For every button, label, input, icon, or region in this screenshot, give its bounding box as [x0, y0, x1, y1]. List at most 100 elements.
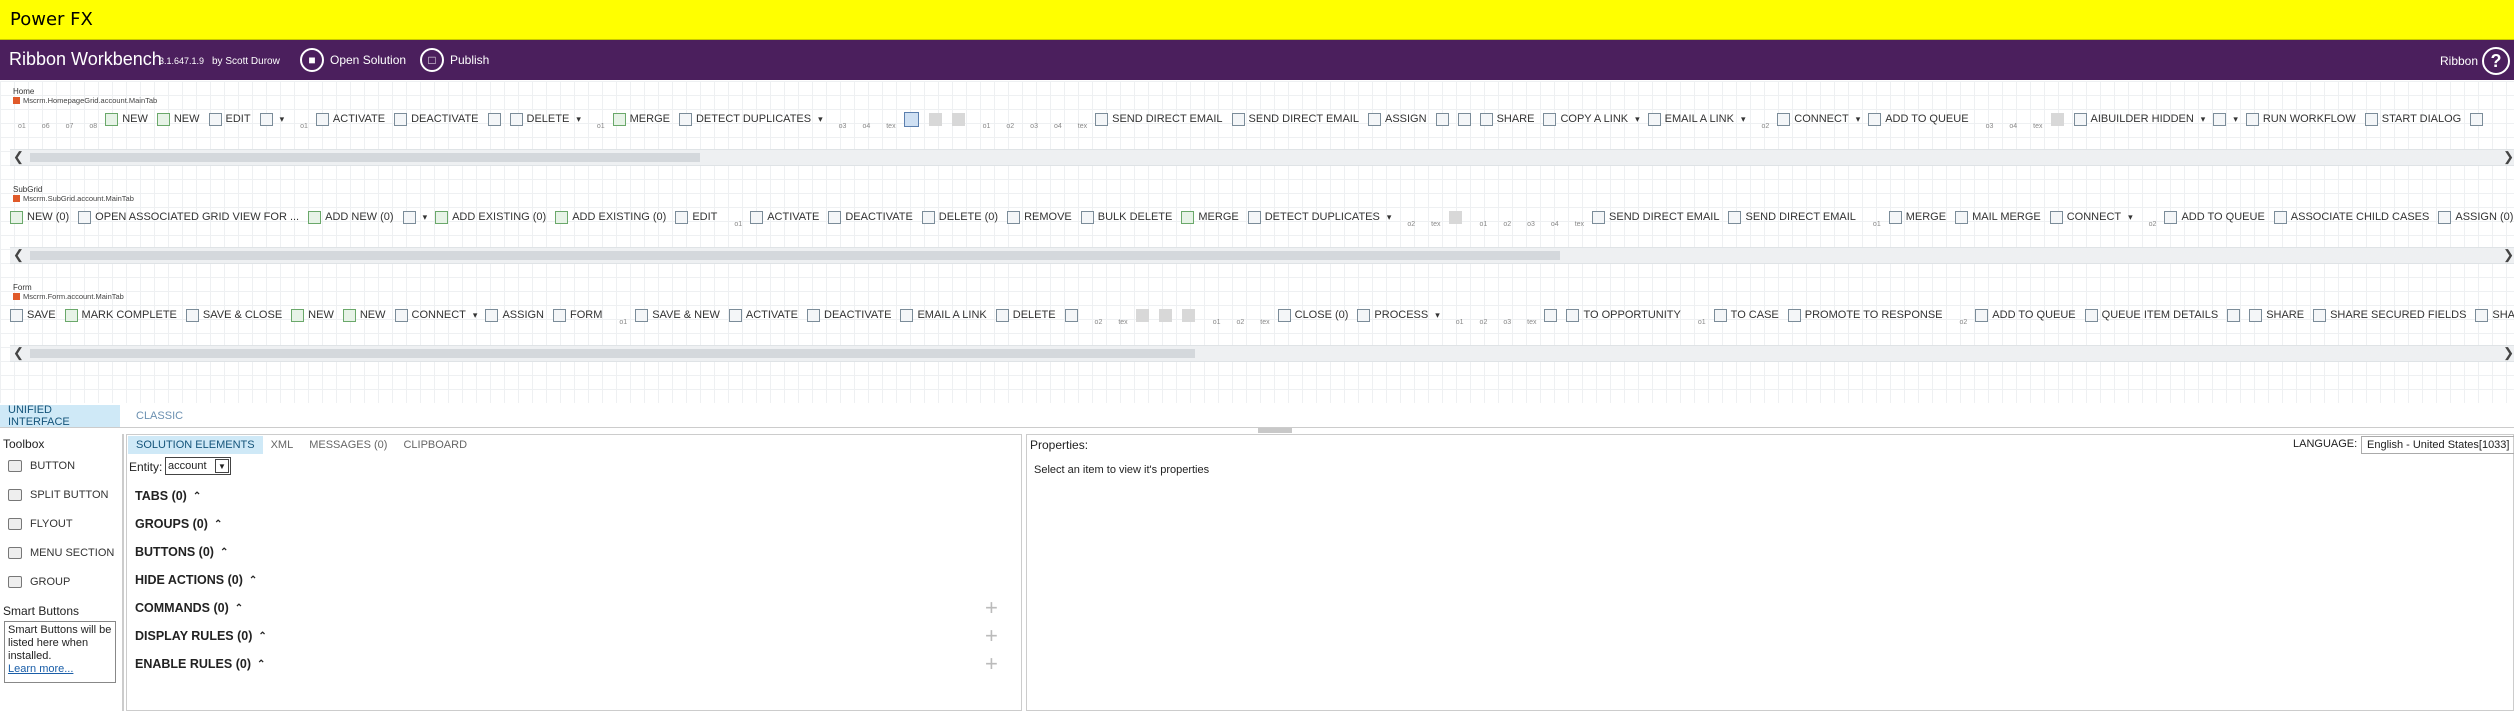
ribbon-button[interactable]: CONNECT: [2049, 208, 2121, 226]
chevron-down-icon[interactable]: ▾: [423, 212, 428, 223]
ribbon-button[interactable]: DEACTIVATE: [394, 110, 479, 128]
tab-classic[interactable]: CLASSIC: [128, 405, 191, 427]
ribbon-button[interactable]: DEACTIVATE: [828, 208, 913, 226]
ribbon-icon-button[interactable]: [2213, 112, 2227, 126]
ribbon-button[interactable]: ACTIVATE: [315, 110, 385, 128]
ribbon-button[interactable]: SEND DIRECT EMAIL: [1095, 110, 1223, 128]
ribbon-button[interactable]: DETECT DUPLICATES: [678, 110, 811, 128]
toolbox-item-group[interactable]: GROUP: [8, 576, 70, 588]
ribbon-button[interactable]: NEW: [291, 306, 334, 324]
help-icon[interactable]: ?: [2482, 47, 2510, 75]
ribbon-button[interactable]: SAVE & NEW: [635, 306, 720, 324]
scroll-thumb[interactable]: [30, 251, 1560, 260]
ribbon-icon-button[interactable]: [2227, 308, 2241, 322]
ribbon-button[interactable]: NEW: [342, 306, 386, 324]
ribbon-button[interactable]: ASSIGN: [485, 306, 544, 324]
ribbon-icon-button[interactable]: [1457, 112, 1471, 126]
section-groups[interactable]: GROUPS (0) ⌃: [135, 517, 222, 531]
chevron-down-icon[interactable]: ▾: [1856, 114, 1861, 125]
scroll-left-icon[interactable]: ❮: [13, 247, 24, 263]
ribbon-button[interactable]: SAVE & CLOSE: [185, 306, 282, 324]
ribbon-button[interactable]: ACTIVATE: [728, 306, 798, 324]
scroll-thumb[interactable]: [30, 153, 700, 162]
ribbon-button[interactable]: ADD EXISTING (0): [435, 208, 546, 226]
ribbon-button[interactable]: EMAIL A LINK: [1647, 110, 1734, 128]
scroll-right-icon[interactable]: ❯: [2503, 149, 2514, 165]
ribbon-button[interactable]: ACTIVATE: [750, 208, 819, 226]
ribbon-button[interactable]: OPEN ASSOCIATED GRID VIEW FOR ...: [78, 208, 299, 226]
tab-solution-elements[interactable]: SOLUTION ELEMENTS: [128, 436, 263, 454]
add-enable-rule-icon[interactable]: +: [985, 653, 998, 675]
ribbon-icon-button[interactable]: [487, 112, 501, 126]
toolbox-item-flyout[interactable]: FLYOUT: [8, 518, 73, 530]
ribbon-button[interactable]: ADD TO QUEUE: [1868, 110, 1969, 128]
chevron-down-icon[interactable]: ▾: [280, 114, 285, 125]
ribbon-button[interactable]: ASSIGN (0): [2438, 208, 2513, 226]
section-commands[interactable]: COMMANDS (0) ⌃: [135, 601, 243, 615]
ribbon-button[interactable]: DELETE: [995, 306, 1056, 324]
ribbon-button[interactable]: MARK COMPLETE: [64, 306, 177, 324]
chevron-down-icon[interactable]: ▾: [818, 114, 823, 125]
tab-clipboard[interactable]: CLIPBOARD: [395, 436, 475, 454]
language-select[interactable]: English - United States[1033]: [2361, 436, 2514, 454]
toolbox-item-menu-section[interactable]: MENU SECTION: [8, 547, 114, 559]
placeholder-control[interactable]: [951, 112, 965, 126]
splitter-handle[interactable]: [1258, 428, 1292, 433]
placeholder-control[interactable]: [1448, 210, 1462, 224]
tab-unified-interface[interactable]: UNIFIED INTERFACE: [0, 404, 120, 428]
ribbon-button[interactable]: QUEUE ITEM DETAILS: [2084, 306, 2218, 324]
ribbon-button[interactable]: DELETE (0): [921, 208, 998, 226]
section-display-rules[interactable]: DISPLAY RULES (0) ⌃: [135, 629, 267, 643]
ribbon-button[interactable]: REMOVE: [1007, 208, 1072, 226]
ribbon-button[interactable]: SHARE SECURED FIELDS: [2313, 306, 2466, 324]
ribbon-button[interactable]: AIBUILDER HIDDEN: [2073, 110, 2194, 128]
ribbon-icon-button[interactable]: [1544, 308, 1558, 322]
placeholder-control[interactable]: [928, 112, 942, 126]
tab-xml[interactable]: XML: [263, 436, 302, 454]
section-tabs[interactable]: TABS (0) ⌃: [135, 489, 201, 503]
ribbon-button[interactable]: EDIT: [208, 110, 251, 128]
ribbon-button[interactable]: ADD NEW (0): [308, 208, 394, 226]
ribbon-button[interactable]: MERGE: [1181, 208, 1239, 226]
chevron-down-icon[interactable]: ▾: [1435, 310, 1440, 321]
ribbon-button[interactable]: SHARE: [1479, 110, 1534, 128]
ribbon-button[interactable]: TO OPPORTUNITY: [1566, 306, 1681, 324]
ribbon-button[interactable]: START DIALOG: [2364, 110, 2461, 128]
ribbon-button[interactable]: DETECT DUPLICATES: [1247, 208, 1380, 226]
placeholder-control[interactable]: [1158, 308, 1172, 322]
ribbon-button[interactable]: PROMOTE TO RESPONSE: [1787, 306, 1943, 324]
ribbon-button[interactable]: MERGE: [612, 110, 670, 128]
ribbon-button[interactable]: PROCESS: [1357, 306, 1428, 324]
scroll-left-icon[interactable]: ❮: [13, 345, 24, 361]
scroll-right-icon[interactable]: ❯: [2503, 345, 2514, 361]
ribbon-button[interactable]: DELETE: [509, 110, 569, 128]
ribbon-button[interactable]: SHARE SECURED F: [2475, 306, 2514, 324]
placeholder-control[interactable]: [1181, 308, 1195, 322]
ribbon-button[interactable]: SEND DIRECT EMAIL: [1592, 208, 1719, 226]
chevron-down-icon[interactable]: ▾: [1635, 114, 1640, 125]
ribbon-icon-button[interactable]: [402, 210, 416, 224]
tab-messages[interactable]: MESSAGES (0): [301, 436, 395, 454]
add-display-rule-icon[interactable]: +: [985, 625, 998, 647]
ribbon-button[interactable]: MERGE: [1888, 208, 1946, 226]
ribbon-button[interactable]: CLOSE (0): [1277, 306, 1348, 324]
ribbon-button[interactable]: SEND DIRECT EMAIL: [1728, 208, 1856, 226]
ribbon-button[interactable]: TO CASE: [1713, 306, 1779, 324]
scroll-left-icon[interactable]: ❮: [13, 149, 24, 165]
ribbon-icon-button[interactable]: [1435, 112, 1449, 126]
ribbon-button[interactable]: MAIL MERGE: [1955, 208, 2041, 226]
ribbon-button[interactable]: ASSIGN: [1367, 110, 1427, 128]
placeholder-control[interactable]: [903, 111, 919, 127]
placeholder-control[interactable]: [2050, 112, 2064, 126]
ribbon-icon-button[interactable]: [2470, 112, 2484, 126]
learn-more-link[interactable]: Learn more...: [8, 663, 73, 675]
chevron-down-icon[interactable]: ▾: [473, 310, 478, 321]
ribbon-button[interactable]: ADD TO QUEUE: [1975, 306, 2076, 324]
scroll-right-icon[interactable]: ❯: [2503, 247, 2514, 263]
chevron-down-icon[interactable]: ▾: [1741, 114, 1746, 125]
entity-select[interactable]: account ▼: [165, 457, 231, 475]
ribbon-button[interactable]: COPY A LINK: [1543, 110, 1628, 128]
chevron-down-icon[interactable]: ▾: [576, 114, 581, 125]
section-hide-actions[interactable]: HIDE ACTIONS (0) ⌃: [135, 573, 257, 587]
chevron-down-icon[interactable]: ▾: [2201, 114, 2206, 125]
